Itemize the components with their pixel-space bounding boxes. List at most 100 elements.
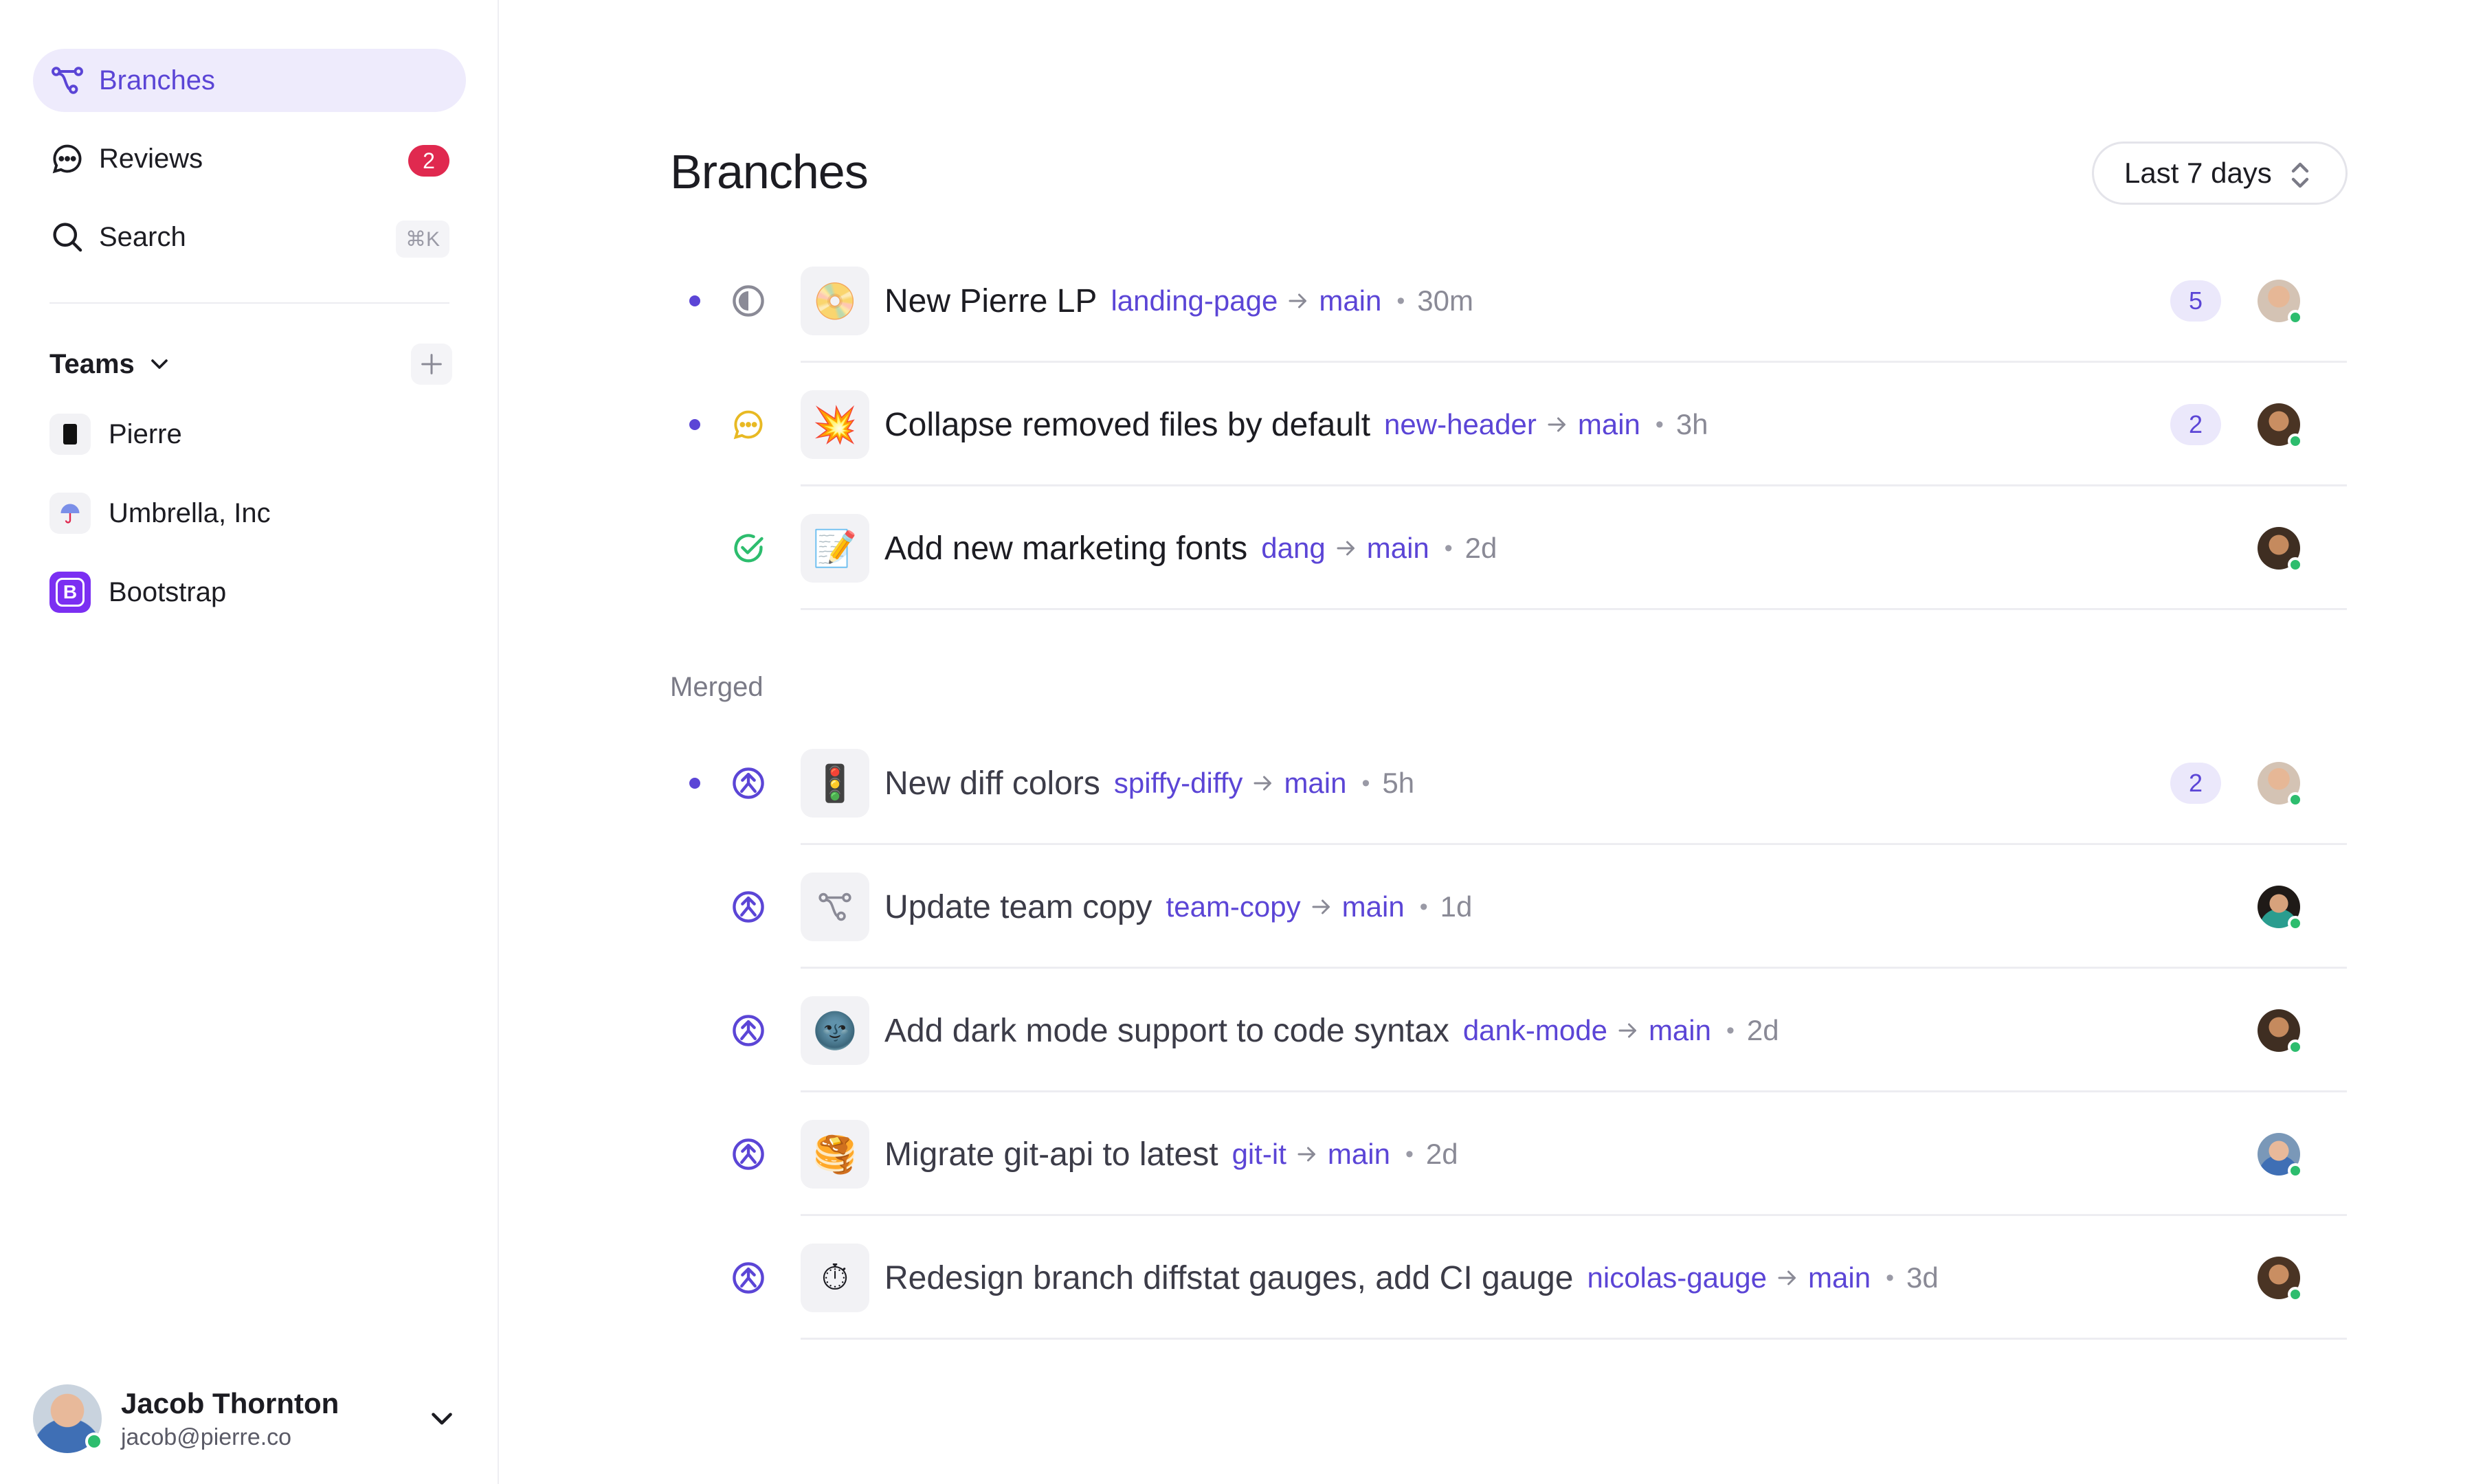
arrow-right-icon (1778, 1270, 1796, 1285)
umbrella-logo-icon (49, 493, 91, 534)
avatar (2258, 280, 2303, 325)
user-name: Jacob Thornton (121, 1386, 339, 1419)
arrow-right-icon (1289, 293, 1307, 308)
sidebar-item-label: Branches (99, 65, 215, 95)
teams-toggle[interactable]: Teams (49, 349, 135, 380)
chevron-down-icon[interactable] (146, 350, 173, 378)
comment-count-badge: 2 (2170, 763, 2221, 804)
target-branch[interactable]: main (1367, 532, 1429, 565)
source-branch[interactable]: landing-page (1111, 284, 1278, 317)
sidebar-team-bootstrap[interactable]: B Bootstrap (49, 565, 452, 620)
branch-title: New diff colors (884, 765, 1100, 802)
branch-title: Update team copy (884, 888, 1152, 925)
new-moon-face-emoji-icon: 🌚 (801, 996, 869, 1065)
sidebar-item-label: Reviews (99, 143, 203, 174)
sidebar-divider (49, 302, 449, 304)
team-name: Pierre (109, 418, 182, 449)
sidebar-team-pierre[interactable]: Pierre (49, 407, 452, 462)
branch-age: 2d (1746, 1014, 1779, 1046)
branch-age: 30m (1417, 284, 1473, 317)
dvd-emoji-icon: 📀 (801, 267, 869, 335)
sidebar: Branches Reviews 2 Search ⌘K Teams Pierr… (0, 0, 499, 1484)
merged-icon (731, 765, 766, 801)
sidebar-item-branches[interactable]: Branches (33, 49, 466, 112)
branch-title: Collapse removed files by default (884, 406, 1371, 443)
sidebar-item-label: Search (99, 221, 186, 252)
online-status-dot (2288, 1163, 2303, 1178)
target-branch[interactable]: main (1284, 767, 1346, 800)
target-branch[interactable]: main (1808, 1261, 1871, 1294)
source-branch[interactable]: spiffy-diffy (1114, 767, 1243, 800)
arrow-right-icon (1618, 1023, 1636, 1038)
separator-dot: • (1444, 535, 1453, 561)
sidebar-item-search[interactable]: Search ⌘K (33, 205, 466, 269)
branch-title: Add new marketing fonts (884, 530, 1248, 567)
merged-section-label: Merged (670, 672, 764, 702)
user-menu[interactable]: Jacob Thornton jacob@pierre.co (33, 1381, 466, 1457)
branch-title: Add dark mode support to code syntax (884, 1012, 1449, 1049)
branch-row[interactable]: 📝 Add new marketing fonts dang main • 2d (670, 486, 2347, 610)
reviews-count-badge: 2 (408, 145, 449, 177)
comment-icon (731, 407, 766, 442)
plus-icon (421, 354, 442, 374)
date-range-select[interactable]: Last 7 days (2092, 142, 2348, 205)
pancakes-emoji-icon: 🥞 (801, 1120, 869, 1189)
online-status-dot (2288, 310, 2303, 325)
branch-age: 5h (1382, 767, 1415, 799)
approved-icon (731, 530, 766, 566)
branch-age: 3h (1675, 408, 1708, 440)
online-status-dot (2288, 792, 2303, 807)
branch-row[interactable]: Update team copy team-copy main • 1d (670, 845, 2347, 969)
branch-age: 1d (1440, 890, 1473, 923)
target-branch[interactable]: main (1342, 890, 1405, 923)
branch-age: 2d (1425, 1138, 1458, 1170)
chat-bubble-icon (48, 139, 87, 178)
stopwatch-emoji-icon: ⏱ (801, 1244, 869, 1312)
arrow-right-icon (1312, 899, 1330, 914)
unread-dot (689, 419, 700, 430)
avatar (33, 1384, 103, 1453)
separator-dot: • (1405, 1140, 1414, 1167)
branch-row[interactable]: 🌚 Add dark mode support to code syntax d… (670, 969, 2347, 1092)
avatar (2258, 1009, 2303, 1055)
memo-emoji-icon: 📝 (801, 514, 869, 583)
search-shortcut-hint: ⌘K (395, 221, 449, 258)
branch-row[interactable]: 🥞 Migrate git-api to latest git-it main … (670, 1092, 2347, 1216)
branch-row[interactable]: 📀 New Pierre LP landing-page main • 30m … (670, 239, 2347, 363)
separator-dot: • (1886, 1264, 1894, 1291)
collision-emoji-icon: 💥 (801, 390, 869, 459)
add-team-button[interactable] (411, 344, 452, 385)
user-email: jacob@pierre.co (121, 1424, 292, 1450)
sidebar-item-reviews[interactable]: Reviews 2 (33, 127, 466, 190)
pierre-logo-icon (49, 414, 91, 455)
sidebar-team-umbrella[interactable]: Umbrella, Inc (49, 486, 452, 541)
row-divider (801, 608, 2347, 610)
source-branch[interactable]: git-it (1232, 1138, 1286, 1171)
branch-row[interactable]: 💥 Collapse removed files by default new-… (670, 363, 2347, 486)
row-divider (801, 1338, 2347, 1340)
chevron-down-icon[interactable] (425, 1402, 459, 1436)
team-name: Umbrella, Inc (109, 497, 271, 528)
separator-dot: • (1396, 287, 1405, 314)
source-branch[interactable]: nicolas-gauge (1587, 1261, 1768, 1294)
branch-row[interactable]: 🚦 New diff colors spiffy-diffy main • 5h… (670, 721, 2347, 845)
merged-icon (731, 889, 766, 925)
merged-icon (731, 1136, 766, 1172)
team-name: Bootstrap (109, 576, 227, 607)
source-branch[interactable]: new-header (1384, 408, 1537, 441)
target-branch[interactable]: main (1319, 284, 1381, 317)
comment-count-badge: 5 (2170, 280, 2221, 322)
branch-row[interactable]: ⏱ Redesign branch diffstat gauges, add C… (670, 1216, 2347, 1340)
source-branch[interactable]: dang (1261, 532, 1325, 565)
online-status-dot (85, 1432, 103, 1450)
source-branch[interactable]: dank-mode (1463, 1014, 1607, 1047)
online-status-dot (2288, 557, 2303, 572)
target-branch[interactable]: main (1578, 408, 1640, 441)
source-branch[interactable]: team-copy (1166, 890, 1301, 923)
chevron-up-down-icon (2291, 162, 2309, 188)
target-branch[interactable]: main (1328, 1138, 1390, 1171)
separator-dot: • (1361, 769, 1370, 796)
online-status-dot (2288, 1039, 2303, 1055)
target-branch[interactable]: main (1649, 1014, 1711, 1047)
unread-dot (689, 778, 700, 789)
